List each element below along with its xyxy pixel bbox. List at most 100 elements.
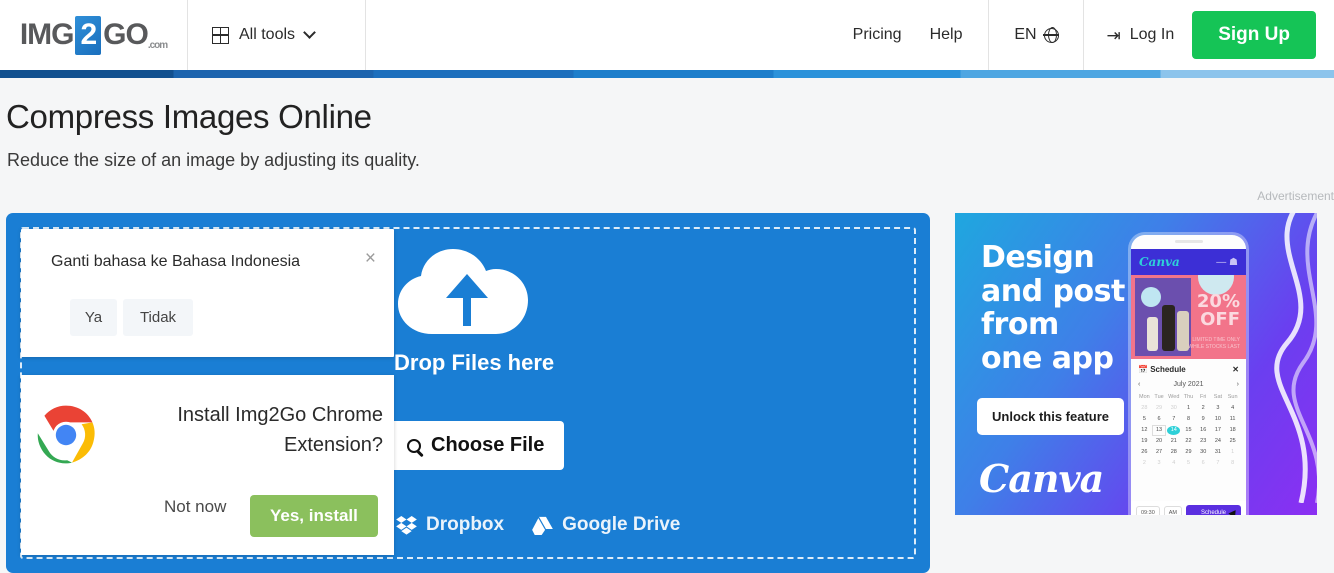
- grid-icon: [212, 26, 229, 44]
- preview-bottle-3: [1177, 311, 1189, 351]
- choose-file-label: Choose File: [431, 434, 545, 456]
- calendar-day-cell[interactable]: 21: [1167, 437, 1180, 446]
- calendar-prev-icon[interactable]: ‹: [1138, 381, 1140, 388]
- calendar-day-cell[interactable]: 12: [1138, 426, 1151, 435]
- calendar-day-cell[interactable]: 23: [1197, 437, 1210, 446]
- schedule-close-icon[interactable]: ✕: [1232, 365, 1239, 374]
- extension-decline-button[interactable]: Not now: [164, 497, 226, 517]
- globe-icon: [1043, 27, 1060, 43]
- calendar-day-cell[interactable]: 4: [1226, 404, 1239, 413]
- phone-mockup: Canva — ☗ 20% OFF LIMITED TIME ONLY WHILE…: [1131, 235, 1246, 515]
- nav-link-help[interactable]: Help: [930, 26, 963, 44]
- choose-file-button[interactable]: Choose File: [389, 421, 565, 470]
- dropzone-label: Drop Files here: [394, 350, 555, 375]
- calendar-day-header: Thu: [1183, 394, 1194, 400]
- phone-design-preview: 20% OFF LIMITED TIME ONLY WHILE STOCKS LA…: [1131, 275, 1246, 359]
- google-drive-link[interactable]: Google Drive: [532, 514, 680, 536]
- cloud-upload-icon: [398, 249, 528, 334]
- calendar-next-icon[interactable]: ›: [1237, 381, 1239, 388]
- calendar-day-cell[interactable]: 20: [1153, 437, 1166, 446]
- calendar-day-cell[interactable]: 5: [1182, 459, 1195, 468]
- calendar-day-cell[interactable]: 6: [1153, 415, 1166, 424]
- preview-promo: 20% OFF: [1197, 293, 1240, 329]
- calendar-day-cell[interactable]: 10: [1212, 415, 1225, 424]
- calendar-day-cell[interactable]: 28: [1167, 448, 1180, 457]
- calendar-day-cell[interactable]: 1: [1182, 404, 1195, 413]
- logo-part-go: GO: [103, 18, 149, 51]
- calendar-day-cell[interactable]: 11: [1226, 415, 1239, 424]
- calendar-day-cell[interactable]: 27: [1153, 448, 1166, 457]
- color-stripe: [0, 70, 1334, 78]
- language-code: EN: [1014, 26, 1037, 43]
- calendar-day-cell[interactable]: 14: [1167, 426, 1181, 435]
- calendar-day-cell[interactable]: 2: [1138, 459, 1151, 468]
- calendar-day-cell[interactable]: 30: [1167, 404, 1180, 413]
- ad-headline: Design and post from one app: [981, 240, 1125, 376]
- chevron-down-icon: [303, 26, 316, 39]
- calendar-day-cell[interactable]: 28: [1138, 404, 1151, 413]
- login-arrow-icon: ⇥: [1106, 25, 1121, 45]
- language-selector[interactable]: EN: [988, 0, 1085, 70]
- calendar-day-cell[interactable]: 26: [1138, 448, 1151, 457]
- calendar-day-cell[interactable]: 30: [1197, 448, 1210, 457]
- calendar-day-cell[interactable]: 7: [1212, 459, 1225, 468]
- calendar-day-cell[interactable]: 7: [1167, 415, 1180, 424]
- phone-schedule-panel: 📅 Schedule ✕ ‹ July 2021 › Mon Tue Wed Thu F…: [1131, 359, 1246, 468]
- language-no-button[interactable]: Tidak: [123, 299, 193, 336]
- calendar-day-cell[interactable]: 2: [1197, 404, 1210, 413]
- phone-schedule-footer: 09:30 AM Schedule: [1131, 501, 1246, 515]
- calendar-day-cell[interactable]: 17: [1212, 426, 1225, 435]
- calendar-day-cell[interactable]: 29: [1153, 404, 1166, 413]
- calendar-grid[interactable]: Mon Tue Wed Thu Fri Sat Sun 28 29 30 1 2 3 4 5 6 7 8 9 10 11…: [1138, 393, 1239, 468]
- calendar-day-cell[interactable]: 8: [1226, 459, 1239, 468]
- schedule-confirm-button[interactable]: Schedule: [1186, 505, 1241, 515]
- phone-bar-icons: — ☗: [1216, 256, 1238, 268]
- calendar-day-cell[interactable]: 1: [1226, 448, 1239, 457]
- calendar-day-cell[interactable]: 4: [1167, 459, 1180, 468]
- calendar-day-cell[interactable]: 22: [1182, 437, 1195, 446]
- header-account-actions: ⇥ Log In Sign Up: [1084, 0, 1334, 70]
- calendar-day-header: Wed: [1168, 394, 1180, 400]
- schedule-title: 📅 Schedule: [1138, 365, 1186, 374]
- calendar-day-cell[interactable]: 5: [1138, 415, 1151, 424]
- preview-promo-subtext: LIMITED TIME ONLY WHILE STOCKS LAST: [1188, 337, 1240, 350]
- logo-part-2: 2: [75, 15, 102, 55]
- calendar-day-cell[interactable]: 24: [1212, 437, 1225, 446]
- calendar-day-header: Mon: [1139, 394, 1150, 400]
- calendar-day-cell[interactable]: 19: [1138, 437, 1151, 446]
- nav-link-pricing[interactable]: Pricing: [853, 26, 902, 44]
- language-yes-button[interactable]: Ya: [70, 299, 117, 336]
- calendar-day-cell[interactable]: 13: [1151, 425, 1167, 436]
- calendar-day-cell[interactable]: 3: [1153, 459, 1166, 468]
- extension-accept-button[interactable]: Yes, install: [250, 495, 378, 537]
- calendar-day-cell[interactable]: 9: [1197, 415, 1210, 424]
- dropbox-label: Dropbox: [426, 514, 505, 535]
- ad-cta-button[interactable]: Unlock this feature: [977, 398, 1125, 435]
- dropbox-link[interactable]: Dropbox: [396, 514, 504, 536]
- calendar-day-cell[interactable]: 16: [1197, 426, 1210, 435]
- language-popup-title: Ganti bahasa ke Bahasa Indonesia: [51, 253, 301, 270]
- mouse-cursor-icon: [1228, 510, 1239, 515]
- calendar-day-cell[interactable]: 15: [1182, 426, 1195, 435]
- login-button[interactable]: ⇥ Log In: [1106, 26, 1174, 44]
- calendar-day-cell[interactable]: 29: [1182, 448, 1195, 457]
- calendar-day-cell[interactable]: 6: [1197, 459, 1210, 468]
- logo-text: IMG 2 GO .com: [20, 15, 168, 55]
- calendar-day-cell[interactable]: 3: [1212, 404, 1225, 413]
- all-tools-menu[interactable]: All tools: [188, 0, 366, 70]
- login-label: Log In: [1129, 26, 1175, 43]
- calendar-day-cell[interactable]: 31: [1212, 448, 1225, 457]
- close-icon[interactable]: ×: [365, 249, 376, 268]
- calendar-day-cell[interactable]: 25: [1226, 437, 1239, 446]
- site-header: IMG 2 GO .com All tools Pricing Help EN ⇥ L…: [0, 0, 1334, 70]
- calendar-day-cell[interactable]: 18: [1226, 426, 1239, 435]
- schedule-meridiem-field[interactable]: AM: [1163, 506, 1183, 515]
- schedule-time-field[interactable]: 09:30: [1136, 506, 1160, 515]
- logo[interactable]: IMG 2 GO .com: [0, 0, 188, 70]
- calendar-day-cell[interactable]: 8: [1182, 415, 1195, 424]
- signup-button[interactable]: Sign Up: [1192, 11, 1316, 59]
- advertisement-banner[interactable]: Design and post from one app Unlock this fe…: [955, 213, 1317, 515]
- search-icon: [407, 438, 421, 453]
- cloud-source-links: Dropbox Google Drive: [396, 514, 680, 536]
- all-tools-label: All tools: [239, 26, 296, 43]
